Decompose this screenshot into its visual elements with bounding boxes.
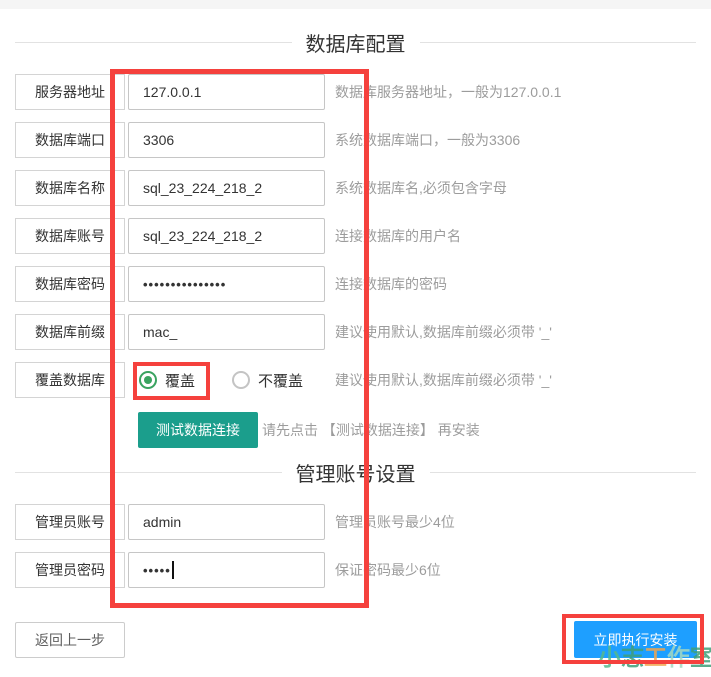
label-db-port: 数据库端口 [15, 122, 125, 158]
admin-account-value: admin [143, 514, 181, 530]
db-prefix-hint: 建议使用默认,数据库前缀必须带 '_' [335, 314, 552, 350]
test-connection-button[interactable]: 测试数据连接 [138, 412, 258, 448]
db-name-value: sql_23_224_218_2 [143, 180, 262, 196]
watermark-char: 工 [644, 638, 667, 672]
install-page: 数据库配置 服务器地址 127.0.0.1 数据库服务器地址，一般为127.0.… [0, 0, 711, 677]
radio-no-label: 不覆盖 [258, 370, 303, 391]
top-strip [0, 0, 711, 9]
divider-line [15, 42, 292, 43]
db-password-input[interactable]: ••••••••••••••• [128, 266, 325, 302]
label-admin-account: 管理员账号 [15, 504, 125, 540]
db-port-hint: 系统数据库端口，一般为3306 [335, 122, 520, 158]
divider-line [15, 472, 282, 473]
label-admin-password: 管理员密码 [15, 552, 125, 588]
back-button[interactable]: 返回上一步 [15, 622, 125, 658]
admin-password-hint: 保证密码最少6位 [335, 552, 441, 588]
admin-account-hint: 管理员账号最少4位 [335, 504, 455, 540]
text-cursor [172, 561, 174, 579]
admin-section-header: 管理账号设置 [15, 461, 696, 483]
label-db-name: 数据库名称 [15, 170, 125, 206]
radio-unselected-icon [232, 371, 250, 389]
radio-overwrite-yes[interactable]: 覆盖 [139, 370, 195, 391]
label-db-password: 数据库密码 [15, 266, 125, 302]
label-db-overwrite: 覆盖数据库 [15, 362, 125, 398]
admin-account-input[interactable]: admin [128, 504, 325, 540]
db-user-input[interactable]: sql_23_224_218_2 [128, 218, 325, 254]
db-name-input[interactable]: sql_23_224_218_2 [128, 170, 325, 206]
watermark-char: 作 [667, 638, 690, 672]
divider-line [420, 42, 697, 43]
watermark-char: 志 [621, 638, 644, 672]
server-address-input[interactable]: 127.0.0.1 [128, 74, 325, 110]
db-section-title: 数据库配置 [292, 28, 420, 57]
db-user-hint: 连接数据库的用户名 [335, 218, 461, 254]
server-address-hint: 数据库服务器地址，一般为127.0.0.1 [335, 74, 561, 110]
admin-section-title: 管理账号设置 [282, 458, 430, 487]
test-connection-hint: 请先点击 【测试数据连接】 再安装 [262, 412, 480, 448]
label-db-prefix: 数据库前缀 [15, 314, 125, 350]
admin-password-input[interactable]: ••••• [128, 552, 325, 588]
radio-overwrite-no[interactable]: 不覆盖 [232, 370, 303, 391]
studio-watermark: 小 志 工 作 室 [598, 638, 711, 672]
db-prefix-value: mac_ [143, 324, 177, 340]
watermark-char: 小 [598, 638, 621, 672]
db-overwrite-hint: 建议使用默认,数据库前缀必须带 '_' [335, 362, 552, 398]
db-password-hint: 连接数据库的密码 [335, 266, 447, 302]
admin-password-value: ••••• [143, 563, 171, 578]
divider-line [430, 472, 697, 473]
server-address-value: 127.0.0.1 [143, 84, 201, 100]
db-port-value: 3306 [143, 132, 174, 148]
radio-selected-icon [139, 371, 157, 389]
db-port-input[interactable]: 3306 [128, 122, 325, 158]
db-user-value: sql_23_224_218_2 [143, 228, 262, 244]
overwrite-radio-group: 覆盖 不覆盖 [139, 362, 303, 398]
label-db-user: 数据库账号 [15, 218, 125, 254]
db-name-hint: 系统数据库名,必须包含字母 [335, 170, 507, 206]
radio-yes-label: 覆盖 [165, 370, 195, 391]
db-password-value: ••••••••••••••• [143, 277, 226, 292]
label-server-address: 服务器地址 [15, 74, 125, 110]
db-prefix-input[interactable]: mac_ [128, 314, 325, 350]
watermark-char: 室 [690, 638, 711, 672]
db-section-header: 数据库配置 [15, 31, 696, 53]
